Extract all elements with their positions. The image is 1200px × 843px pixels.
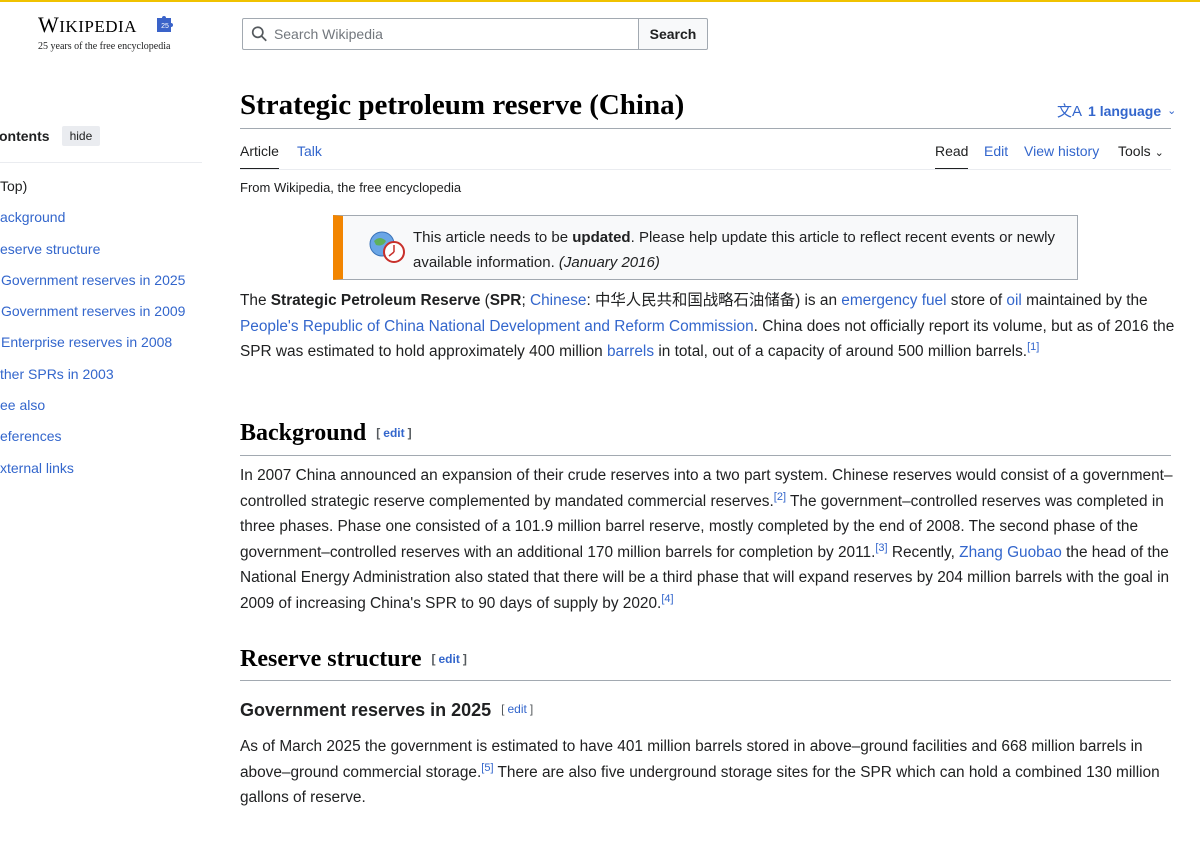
- toc-item[interactable]: xternal links: [0, 453, 205, 484]
- reference-1[interactable]: [1]: [1027, 341, 1039, 353]
- reference-2[interactable]: [2]: [774, 491, 786, 503]
- toc-item[interactable]: eserve structure: [0, 234, 205, 265]
- puzzle-globe-icon: 25: [157, 16, 173, 32]
- tabs-divider: [240, 169, 1171, 170]
- site-subtitle: From Wikipedia, the free encyclopedia: [240, 180, 462, 195]
- logo-tagline: 25 years of the free encyclopedia: [38, 41, 171, 52]
- edit-section-link[interactable]: [edit]: [376, 426, 411, 440]
- top-accent-bar: [0, 0, 1200, 2]
- toc-list: Top) ackground eserve structure Government …: [0, 171, 205, 484]
- edit-section-link[interactable]: [edit]: [431, 652, 466, 666]
- link-oil[interactable]: oil: [1006, 292, 1021, 309]
- section-divider: [240, 455, 1171, 456]
- toc-item[interactable]: Enterprise reserves in 2008: [0, 327, 205, 358]
- section-heading-background: Background[edit]: [240, 420, 412, 446]
- update-notice: This article needs to be updated. Please…: [333, 215, 1078, 280]
- chevron-down-icon: ⌄: [1167, 105, 1177, 117]
- search-form: Search: [242, 18, 708, 50]
- section-divider: [240, 680, 1171, 681]
- page-title: Strategic petroleum reserve (China): [240, 89, 685, 121]
- link-emergency-fuel[interactable]: emergency fuel: [841, 292, 946, 309]
- tab-view-history[interactable]: View history: [1024, 143, 1099, 159]
- toc-item[interactable]: ther SPRs in 2003: [0, 359, 205, 390]
- translate-icon: 文A: [1057, 103, 1083, 120]
- svg-text:25: 25: [161, 23, 169, 30]
- table-of-contents: ontents hide Top) ackground eserve structu…: [0, 126, 205, 484]
- search-icon: [251, 26, 267, 42]
- language-selector[interactable]: 文A 1 language ⌄: [1057, 100, 1176, 121]
- toc-item[interactable]: Government reserves in 2009: [0, 296, 205, 327]
- reference-4[interactable]: [4]: [661, 593, 673, 605]
- search-input[interactable]: [273, 26, 638, 42]
- tab-article[interactable]: Article: [240, 143, 279, 170]
- tab-read[interactable]: Read: [935, 143, 969, 170]
- clock-globe-icon: [369, 231, 405, 263]
- logo-wordmark: WIKIPEDIA: [38, 12, 137, 37]
- government-reserves-2025-paragraph: As of March 2025 the government is estim…: [240, 738, 1160, 807]
- reference-3[interactable]: [3]: [875, 542, 887, 554]
- tab-edit[interactable]: Edit: [984, 143, 1008, 159]
- title-divider: [240, 128, 1171, 129]
- search-field[interactable]: [242, 18, 639, 50]
- link-zhang-guobao[interactable]: Zhang Guobao: [959, 544, 1062, 561]
- tools-menu[interactable]: Tools ⌄: [1118, 143, 1164, 159]
- search-button[interactable]: Search: [639, 18, 708, 50]
- toc-item[interactable]: Top): [0, 171, 205, 202]
- wikipedia-logo[interactable]: WIKIPEDIA 25 25 years of the free encycl…: [38, 12, 208, 56]
- tab-talk[interactable]: Talk: [297, 143, 322, 159]
- link-chinese[interactable]: Chinese: [530, 292, 586, 309]
- link-ndrc[interactable]: People's Republic of China National Deve…: [240, 318, 754, 335]
- toc-hide-button[interactable]: hide: [61, 126, 101, 146]
- section-heading-reserve-structure: Reserve structure[edit]: [240, 646, 467, 672]
- notice-text: This article needs to be updated. Please…: [413, 229, 1056, 271]
- toc-title: ontents: [0, 128, 50, 144]
- language-label: 1 language: [1088, 102, 1162, 119]
- toc-item[interactable]: Government reserves in 2025: [0, 265, 205, 296]
- link-barrels[interactable]: barrels: [607, 343, 654, 360]
- chevron-down-icon: ⌄: [1154, 147, 1164, 159]
- toc-item[interactable]: ackground: [0, 202, 205, 233]
- intro-paragraph: The Strategic Petroleum Reserve (SPR; Ch…: [240, 292, 1175, 361]
- toc-item[interactable]: ee also: [0, 390, 205, 421]
- page-tabs: Article Talk Read Edit View history Tool…: [240, 140, 1171, 170]
- section-heading-government-reserves-2025: Government reserves in 2025[edit]: [240, 700, 534, 720]
- toc-header: ontents hide: [0, 126, 202, 163]
- toc-item[interactable]: eferences: [0, 421, 205, 452]
- reference-5[interactable]: [5]: [481, 762, 493, 774]
- background-paragraph: In 2007 China announced an expansion of …: [240, 467, 1173, 612]
- edit-section-link[interactable]: [edit]: [501, 702, 533, 716]
